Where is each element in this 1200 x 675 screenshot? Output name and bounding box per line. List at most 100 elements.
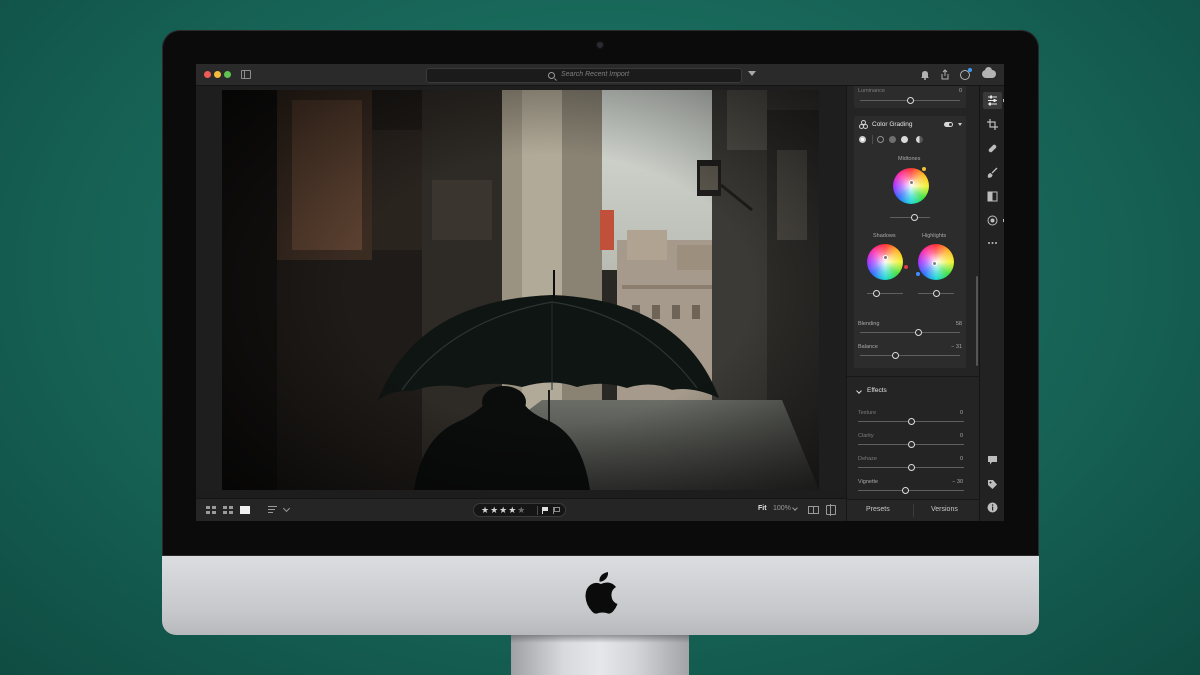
midtones-label: Midtones xyxy=(898,156,921,162)
highlights-hue-handle[interactable] xyxy=(916,272,920,276)
effects-title: Effects xyxy=(867,387,887,394)
toggle-visibility-icon[interactable] xyxy=(944,122,953,127)
close-window-button[interactable] xyxy=(204,71,211,78)
midtones-color-wheel[interactable] xyxy=(893,168,929,204)
midtones-luminance-slider[interactable] xyxy=(890,214,930,221)
panel-tabs: Presets Versions xyxy=(847,499,980,521)
photo-canvas[interactable] xyxy=(196,86,846,490)
photo-grid-view-icon[interactable] xyxy=(223,506,233,514)
filter-icon[interactable] xyxy=(748,71,756,76)
tag-icon[interactable] xyxy=(987,479,998,490)
tab-versions[interactable]: Versions xyxy=(931,506,958,513)
compare-view-icon[interactable] xyxy=(808,506,819,514)
global-mode-icon[interactable] xyxy=(916,136,923,143)
search-placeholder: Search Recent Import xyxy=(561,71,630,78)
healing-icon[interactable] xyxy=(987,143,998,154)
rating-flag-control: ★★★★★ xyxy=(473,503,566,517)
linear-gradient-icon[interactable] xyxy=(987,191,998,202)
more-icon[interactable] xyxy=(987,237,998,248)
tool-strip xyxy=(979,86,1004,521)
pick-flag-icon[interactable] xyxy=(542,507,549,514)
vignette-label: Vignette xyxy=(858,479,879,485)
slider-thumb[interactable] xyxy=(872,290,880,297)
highlights-label: Highlights xyxy=(922,233,947,239)
chevron-down-icon[interactable] xyxy=(282,504,291,513)
blending-slider[interactable] xyxy=(860,329,960,336)
star-rating[interactable]: ★★★★★ xyxy=(481,504,526,517)
effects-header[interactable]: Effects xyxy=(854,384,966,402)
luminance-value: 0 xyxy=(958,88,962,94)
minimize-window-button[interactable] xyxy=(214,71,221,78)
slider-thumb[interactable] xyxy=(906,97,914,104)
highlights-luminance-slider[interactable] xyxy=(918,290,954,297)
apple-logo xyxy=(582,570,620,614)
slider-thumb[interactable] xyxy=(907,464,915,471)
chevron-down-icon[interactable] xyxy=(958,123,962,126)
wheel-handle[interactable] xyxy=(883,255,889,261)
midtones-hue-handle[interactable] xyxy=(922,167,926,171)
slider-thumb[interactable] xyxy=(914,329,922,336)
stand-shadow xyxy=(511,635,689,643)
highlights-mode-icon[interactable] xyxy=(901,136,908,143)
slider-thumb[interactable] xyxy=(902,487,910,494)
shadows-hue-handle[interactable] xyxy=(904,265,908,269)
share-icon[interactable] xyxy=(939,69,951,81)
edit-panel: Luminance 0 Color Grading Midtones Shado… xyxy=(846,86,980,521)
square-grid-view-icon[interactable] xyxy=(206,506,216,514)
shadows-luminance-slider[interactable] xyxy=(867,290,903,297)
color-grading-card: Color Grading Midtones Shadows Highlight… xyxy=(854,116,966,368)
stars-filled[interactable]: ★★★★ xyxy=(481,505,517,515)
search-input[interactable]: Search Recent Import xyxy=(426,68,742,83)
luminance-label: Luminance xyxy=(858,88,885,94)
wheel-handle[interactable] xyxy=(908,179,914,185)
zoom-window-button[interactable] xyxy=(224,71,231,78)
before-after-icon[interactable] xyxy=(826,504,836,516)
edit-sliders-icon[interactable] xyxy=(987,95,998,106)
three-way-mode-icon[interactable] xyxy=(859,136,866,143)
shadows-color-wheel[interactable] xyxy=(867,244,903,280)
crop-icon[interactable] xyxy=(987,119,998,130)
midtones-mode-icon[interactable] xyxy=(889,136,896,143)
luminance-slider[interactable] xyxy=(860,97,960,104)
cloud-icon[interactable] xyxy=(982,67,996,78)
slider-thumb[interactable] xyxy=(907,441,915,448)
comment-icon[interactable] xyxy=(987,455,998,466)
highlights-color-wheel[interactable] xyxy=(918,244,954,280)
slider-thumb[interactable] xyxy=(891,352,899,359)
help-icon[interactable] xyxy=(987,502,998,513)
sidebar-toggle-icon[interactable] xyxy=(241,70,251,79)
lightroom-window: Search Recent Import ★★★★★ Fit 100% Lumi… xyxy=(196,64,1004,521)
balance-slider[interactable] xyxy=(860,352,960,359)
divider xyxy=(537,506,538,515)
slider-thumb[interactable] xyxy=(907,418,915,425)
panel-scrollbar[interactable] xyxy=(976,276,978,366)
reject-flag-icon[interactable] xyxy=(553,507,560,514)
clarity-value: 0 xyxy=(959,433,963,439)
vignette-slider[interactable] xyxy=(858,487,964,494)
dehaze-slider[interactable] xyxy=(858,464,964,471)
chevron-down-icon[interactable] xyxy=(792,505,798,511)
shadows-mode-icon[interactable] xyxy=(877,136,884,143)
texture-slider[interactable] xyxy=(858,418,964,425)
balance-label: Balance xyxy=(858,344,878,350)
info-icon[interactable] xyxy=(960,68,972,80)
star-empty[interactable]: ★ xyxy=(517,505,526,515)
balance-value: − 31 xyxy=(951,344,962,350)
clarity-slider[interactable] xyxy=(858,441,964,448)
slider-thumb[interactable] xyxy=(910,214,918,221)
detail-view-icon[interactable] xyxy=(240,506,250,514)
sort-icon[interactable] xyxy=(268,506,277,514)
luminance-card: Luminance 0 xyxy=(854,86,966,108)
chevron-down-icon[interactable] xyxy=(856,388,862,394)
tab-presets[interactable]: Presets xyxy=(866,506,890,513)
zoom-level-button[interactable]: 100% xyxy=(773,505,791,512)
radial-gradient-icon[interactable] xyxy=(987,215,998,226)
slider-thumb[interactable] xyxy=(932,290,940,297)
texture-label: Texture xyxy=(858,410,877,416)
color-grading-title: Color Grading xyxy=(872,121,913,128)
wheel-handle[interactable] xyxy=(931,261,937,267)
bell-icon[interactable] xyxy=(919,69,931,81)
fit-zoom-button[interactable]: Fit xyxy=(758,505,767,512)
brush-icon[interactable] xyxy=(987,167,998,178)
dehaze-value: 0 xyxy=(959,456,963,462)
